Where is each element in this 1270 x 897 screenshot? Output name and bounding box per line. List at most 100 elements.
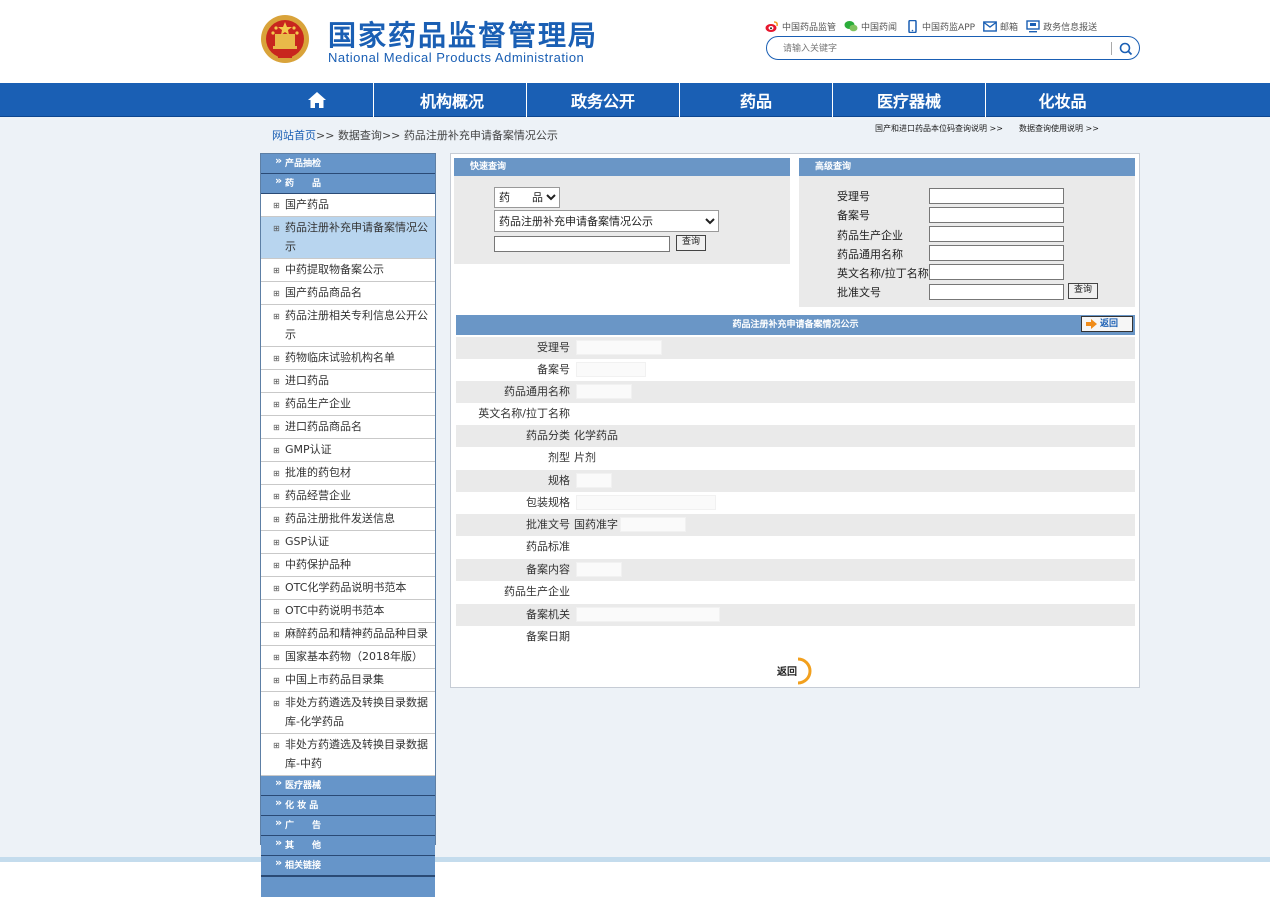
table-select[interactable]: 药品注册补充申请备案情况公示 — [494, 210, 719, 232]
detail-label: 药品标准 — [526, 540, 570, 553]
detail-label: 包装规格 — [526, 496, 570, 509]
back-button-bottom[interactable]: 返回 — [774, 657, 814, 685]
quick-query-input[interactable] — [494, 236, 670, 252]
search-icon[interactable] — [1117, 40, 1135, 58]
sidebar-item[interactable]: ⊞ 进口药品商品名 — [261, 416, 435, 439]
sidebar-item[interactable]: ⊞ 中药保护品种 — [261, 554, 435, 577]
detail-label: 药品生产企业 — [504, 585, 570, 598]
detail-label: 备案机关 — [526, 608, 570, 621]
adv-approval-no-field[interactable] — [929, 284, 1064, 300]
detail-label: 批准文号 — [526, 518, 570, 531]
detail-label: 英文名称/拉丁名称 — [478, 407, 570, 420]
category-select[interactable]: 药 品 — [494, 187, 560, 208]
sidebar-cat-cosmetics[interactable]: » 化 妆 品 — [261, 796, 435, 816]
adv-generic-name-field[interactable] — [929, 245, 1064, 261]
breadcrumb-current: 药品注册补充申请备案情况公示 — [403, 129, 558, 142]
search-input[interactable] — [783, 41, 1103, 56]
sidebar-cat-label: 医疗器械 — [285, 781, 322, 791]
sidebar-item-active[interactable]: ⊞ 药品注册补充申请备案情况公示 — [261, 217, 435, 259]
sidebar-cat-label: 产品抽检 — [285, 159, 322, 169]
detail-label: 备案号 — [537, 363, 570, 376]
wechat-link[interactable]: 中国药闻 — [844, 20, 897, 33]
home-icon — [307, 92, 326, 108]
sidebar-item[interactable]: ⊞ 中药提取物备案公示 — [261, 259, 435, 282]
breadcrumb-home[interactable]: 网站首页 — [272, 129, 316, 142]
sidebar-item[interactable]: ⊞ 麻醉药品和精神药品品种目录 — [261, 623, 435, 646]
sidebar-cat-ads[interactable]: » 广 告 — [261, 816, 435, 836]
nav-home[interactable] — [260, 83, 374, 117]
expand-icon: ⊞ — [273, 515, 280, 524]
sidebar-item[interactable]: ⊞ 批准的药包材 — [261, 462, 435, 485]
sidebar-cat-links[interactable]: » 相关链接 — [261, 856, 435, 876]
breadcrumb-data-query[interactable]: 数据查询 — [338, 129, 382, 142]
detail-row: 备案机关 — [456, 604, 1135, 626]
sidebar-cat-other[interactable]: » 其 他 — [261, 836, 435, 856]
search-divider — [1111, 42, 1112, 55]
report-link[interactable]: 政务信息报送 — [1026, 19, 1097, 33]
expand-icon: ⊞ — [273, 676, 280, 685]
sidebar-item[interactable]: ⊞ 国产药品商品名 — [261, 282, 435, 305]
adv-manufacturer-field[interactable] — [929, 226, 1064, 242]
app-link[interactable]: 中国药监APP — [905, 19, 975, 33]
weibo-link[interactable]: 中国药品监管 — [765, 20, 836, 33]
nav-org-overview[interactable]: 机构概况 — [374, 83, 527, 117]
advanced-query-button[interactable]: 查询 — [1068, 283, 1098, 299]
nav-gov-affairs[interactable]: 政务公开 — [527, 83, 680, 117]
double-chevron-icon: » — [275, 174, 283, 187]
adv-english-name-field[interactable] — [929, 264, 1064, 280]
redacted-value — [620, 517, 686, 532]
sidebar-item[interactable]: ⊞ 非处方药遴选及转换目录数据库-化学药品 — [261, 692, 435, 734]
expand-icon: ⊞ — [273, 699, 280, 708]
sidebar-item[interactable]: ⊞ 药品经营企业 — [261, 485, 435, 508]
weibo-icon — [765, 20, 778, 32]
site-logo[interactable]: 国家药品监督管理局 National Medical Products Admi… — [260, 12, 610, 70]
sidebar-item[interactable]: ⊞ 进口药品 — [261, 370, 435, 393]
sidebar-cat-label: 其 他 — [285, 841, 322, 851]
nav-medical-devices[interactable]: 医疗器械 — [833, 83, 986, 117]
detail-row: 规格 — [456, 470, 1135, 492]
adv-record-no-field[interactable] — [929, 207, 1064, 223]
weibo-label: 中国药品监管 — [782, 22, 837, 33]
expand-icon: ⊞ — [273, 224, 280, 233]
sidebar-item[interactable]: ⊞ 非处方药遴选及转换目录数据库-中药 — [261, 734, 435, 776]
adv-label-record-no: 备案号 — [837, 209, 870, 222]
double-chevron-icon: » — [275, 816, 283, 829]
wechat-icon — [844, 20, 858, 31]
expand-icon: ⊞ — [273, 423, 280, 432]
sidebar-item[interactable]: ⊞ OTC化学药品说明书范本 — [261, 577, 435, 600]
detail-row: 批准文号 国药准字 — [456, 514, 1135, 536]
adv-label-acceptance-no: 受理号 — [837, 190, 870, 203]
sidebar-cat-sampling[interactable]: » 产品抽检 — [261, 154, 435, 174]
sidebar-item[interactable]: ⊞ 药品生产企业 — [261, 393, 435, 416]
sidebar-item-label: OTC中药说明书范本 — [285, 604, 385, 617]
sidebar-item-label: 国产药品 — [285, 198, 329, 211]
sidebar-footer — [261, 876, 435, 897]
breadcrumb-sep: >> — [381, 129, 401, 142]
sidebar-item[interactable]: ⊞ 国产药品 — [261, 194, 435, 217]
adv-acceptance-no-field[interactable] — [929, 188, 1064, 204]
sidebar-item-label: GSP认证 — [285, 535, 330, 548]
sidebar-cat-devices[interactable]: » 医疗器械 — [261, 776, 435, 796]
sidebar-item-label: 药品经营企业 — [285, 489, 351, 502]
sidebar-item[interactable]: ⊞ GSP认证 — [261, 531, 435, 554]
back-button-top[interactable]: 返回 — [1081, 316, 1133, 332]
sidebar-item[interactable]: ⊞ 药品注册批件发送信息 — [261, 508, 435, 531]
sidebar-item-label: 药品注册批件发送信息 — [285, 512, 395, 525]
barcode-help-link[interactable]: 国产和进口药品本位码查询说明 >> — [875, 123, 1003, 134]
query-help-link[interactable]: 数据查询使用说明 >> — [1019, 123, 1099, 134]
breadcrumb-sep: >> — [316, 129, 335, 142]
mail-icon — [983, 20, 997, 32]
sidebar-item[interactable]: ⊞ 中国上市药品目录集 — [261, 669, 435, 692]
nav-cosmetics[interactable]: 化妆品 — [986, 83, 1139, 117]
detail-label: 剂型 — [548, 451, 570, 464]
sidebar-item[interactable]: ⊞ 药品注册相关专利信息公开公示 — [261, 305, 435, 347]
quick-query-button[interactable]: 查询 — [676, 235, 706, 251]
sidebar-cat-label: 相关链接 — [285, 861, 322, 871]
sidebar-item[interactable]: ⊞ 国家基本药物（2018年版） — [261, 646, 435, 669]
nav-drugs[interactable]: 药品 — [680, 83, 833, 117]
sidebar-item[interactable]: ⊞ GMP认证 — [261, 439, 435, 462]
mail-link[interactable]: 邮箱 — [983, 20, 1018, 33]
sidebar-item[interactable]: ⊞ 药物临床试验机构名单 — [261, 347, 435, 370]
sidebar-item[interactable]: ⊞ OTC中药说明书范本 — [261, 600, 435, 623]
sidebar-cat-drugs[interactable]: » 药 品 — [261, 174, 435, 194]
